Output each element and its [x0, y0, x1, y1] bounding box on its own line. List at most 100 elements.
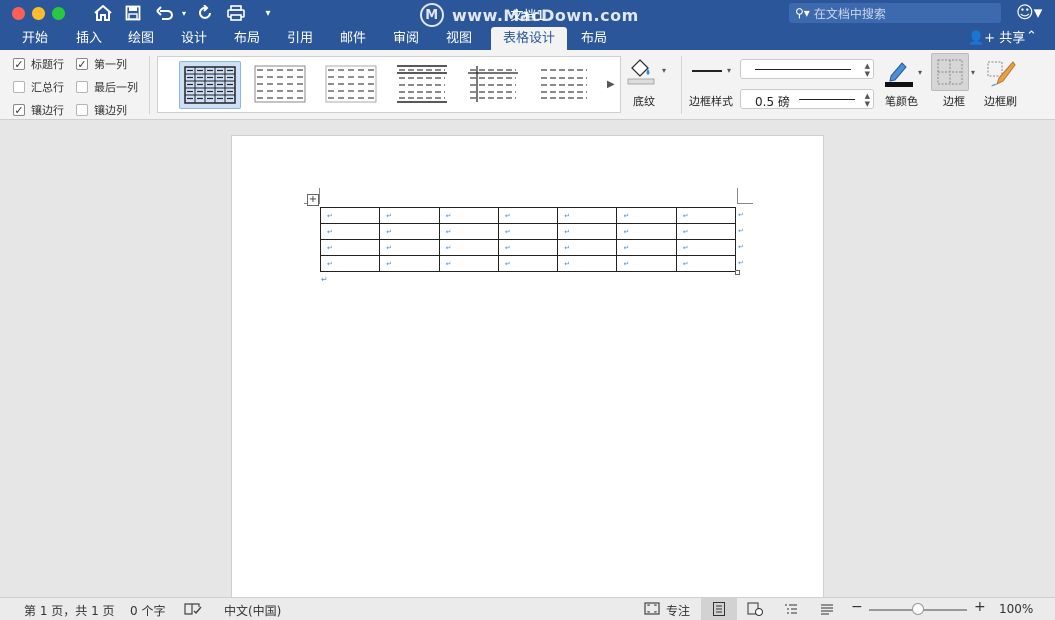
shading-bucket-icon[interactable] — [626, 56, 656, 86]
outline-view-button[interactable] — [773, 598, 809, 620]
focus-icon[interactable] — [644, 602, 660, 618]
last-column-checkbox[interactable] — [76, 81, 88, 93]
table-style-grid[interactable] — [179, 61, 241, 109]
page-count[interactable]: 第 1 页，共 1 页 — [24, 602, 115, 619]
option-banded-rows[interactable]: ✓ 镶边行 — [13, 102, 64, 118]
tab-review[interactable]: 审阅 — [383, 27, 429, 50]
tab-view[interactable]: 视图 — [436, 27, 482, 50]
share-button[interactable]: 👤+ 共享 — [968, 27, 1025, 50]
tab-home[interactable]: 开始 — [12, 27, 58, 50]
table-cell[interactable]: ↵ — [557, 223, 618, 240]
option-last-column[interactable]: 最后一列 — [76, 79, 138, 95]
customize-toolbar-icon[interactable]: ▾ — [258, 3, 278, 23]
table-cell[interactable]: ↵ — [497, 239, 559, 256]
maximize-window-button[interactable] — [52, 7, 65, 20]
table-cell[interactable]: ↵ — [557, 255, 618, 272]
table-cell[interactable]: ↵ — [319, 255, 381, 272]
proofing-icon[interactable] — [184, 602, 202, 619]
redo-icon[interactable] — [195, 3, 215, 23]
option-banded-columns[interactable]: 镶边列 — [76, 102, 127, 118]
border-styles-dropdown-icon[interactable]: ▾ — [727, 66, 731, 75]
table-style-first-column[interactable] — [463, 61, 525, 109]
web-layout-view-button[interactable] — [737, 598, 773, 620]
table-cell[interactable]: ↵ — [675, 255, 737, 272]
table-cell[interactable]: ↵ — [675, 239, 737, 256]
table-cell[interactable]: ↵ — [497, 207, 559, 224]
table-style-light-grid[interactable] — [250, 61, 312, 109]
save-icon[interactable] — [123, 3, 143, 23]
table-resize-handle[interactable] — [735, 270, 740, 275]
zoom-slider-handle[interactable] — [912, 603, 924, 615]
table-cell[interactable]: ↵ — [497, 255, 559, 272]
header-row-checkbox[interactable]: ✓ — [13, 58, 25, 70]
focus-label[interactable]: 专注 — [666, 602, 690, 619]
line-weight-spinner-icon[interactable]: ▲ ▼ — [865, 92, 870, 108]
table-cell[interactable]: ↵ — [616, 207, 677, 224]
tab-layout[interactable]: 布局 — [224, 27, 270, 50]
table-cell[interactable]: ↵ — [438, 223, 499, 240]
tab-mailings[interactable]: 邮件 — [330, 27, 376, 50]
draft-view-button[interactable] — [809, 598, 845, 620]
collapse-ribbon-icon[interactable]: ⌃ — [1026, 29, 1037, 44]
table-cell[interactable]: ↵ — [616, 223, 677, 240]
table-cell[interactable]: ↵ — [438, 239, 499, 256]
line-weight-select[interactable]: 0.5 磅 ▲ ▼ — [740, 89, 874, 109]
table-cell[interactable]: ↵ — [319, 207, 381, 224]
banded-columns-checkbox[interactable] — [76, 104, 88, 116]
table-move-handle[interactable]: + — [307, 194, 319, 206]
gallery-more-icon[interactable]: ▶ — [607, 79, 615, 90]
table-cell[interactable]: ↵ — [616, 239, 677, 256]
document-page[interactable]: + ↵ ↵ ↵ ↵ ↵ ↵ ↵ ↵ ↵ ↵ ↵ ↵ ↵ ↵ ↵ ↵ ↵ ↵ ↵ ↵ ↵ ↵ ↵ ↵ ↵ ↵ ↵ ↵ ↵ ↵ ↵ ↵ ↵ — [231, 135, 824, 605]
table-cell[interactable]: ↵ — [557, 207, 618, 224]
line-style-select[interactable]: ▲ ▼ — [740, 59, 874, 79]
undo-dropdown-icon[interactable]: ▾ — [174, 3, 194, 23]
document-canvas[interactable]: + ↵ ↵ ↵ ↵ ↵ ↵ ↵ ↵ ↵ ↵ ↵ ↵ ↵ ↵ ↵ ↵ ↵ ↵ ↵ ↵ ↵ ↵ ↵ ↵ ↵ ↵ ↵ ↵ ↵ ↵ ↵ ↵ ↵ — [0, 121, 1055, 605]
table-cell[interactable]: ↵ — [497, 223, 559, 240]
tab-design[interactable]: 设计 — [171, 27, 217, 50]
tab-references[interactable]: 引用 — [277, 27, 323, 50]
table-cell[interactable]: ↵ — [675, 207, 737, 224]
zoom-out-button[interactable]: − — [851, 599, 863, 615]
table-style-horizontal-lines[interactable] — [392, 61, 454, 109]
table-cell[interactable]: ↵ — [438, 207, 499, 224]
undo-icon[interactable] — [155, 3, 175, 23]
table-cell[interactable]: ↵ — [438, 255, 499, 272]
borders-button[interactable] — [931, 53, 969, 91]
option-header-row[interactable]: ✓ 标题行 — [13, 56, 64, 72]
home-icon[interactable] — [93, 3, 113, 23]
tab-draw[interactable]: 绘图 — [118, 27, 164, 50]
option-total-row[interactable]: 汇总行 — [13, 79, 64, 95]
table-cell[interactable]: ↵ — [675, 223, 737, 240]
word-count[interactable]: 0 个字 — [130, 602, 165, 619]
table-style-plain[interactable] — [321, 61, 383, 109]
table-cell[interactable]: ↵ — [319, 239, 381, 256]
zoom-in-button[interactable]: + — [974, 599, 986, 615]
search-input[interactable]: ⚲▾ 在文档中搜索 — [789, 3, 1001, 23]
table-cell[interactable]: ↵ — [379, 255, 440, 272]
pen-color-icon[interactable] — [884, 58, 914, 88]
table-cell[interactable]: ↵ — [319, 223, 381, 240]
zoom-level[interactable]: 100% — [999, 602, 1033, 616]
banded-rows-checkbox[interactable]: ✓ — [13, 104, 25, 116]
option-first-column[interactable]: ✓ 第一列 — [76, 56, 127, 72]
tab-table-design[interactable]: 表格设计 — [491, 27, 567, 50]
print-icon[interactable] — [226, 3, 246, 23]
table-style-no-borders[interactable] — [534, 61, 596, 109]
minimize-window-button[interactable] — [32, 7, 45, 20]
close-window-button[interactable] — [12, 7, 25, 20]
document-table[interactable]: ↵ ↵ ↵ ↵ ↵ ↵ ↵ ↵ ↵ ↵ ↵ ↵ ↵ ↵ ↵ ↵ ↵ ↵ ↵ ↵ ↵ ↵ ↵ ↵ ↵ ↵ ↵ ↵ — [319, 207, 737, 272]
print-layout-view-button[interactable] — [701, 598, 737, 620]
table-cell[interactable]: ↵ — [379, 223, 440, 240]
line-style-spinner-icon[interactable]: ▲ ▼ — [865, 62, 870, 78]
border-style-line-icon[interactable] — [692, 70, 722, 72]
first-column-checkbox[interactable]: ✓ — [76, 58, 88, 70]
table-cell[interactable]: ↵ — [379, 239, 440, 256]
total-row-checkbox[interactable] — [13, 81, 25, 93]
tab-table-layout[interactable]: 布局 — [571, 27, 617, 50]
table-cell[interactable]: ↵ — [616, 255, 677, 272]
table-cell[interactable]: ↵ — [557, 239, 618, 256]
pen-color-dropdown-icon[interactable]: ▾ — [918, 68, 922, 77]
border-painter-icon[interactable] — [985, 58, 1017, 90]
table-cell[interactable]: ↵ — [379, 207, 440, 224]
feedback-smiley-icon[interactable]: ☺▾ — [1016, 3, 1042, 23]
